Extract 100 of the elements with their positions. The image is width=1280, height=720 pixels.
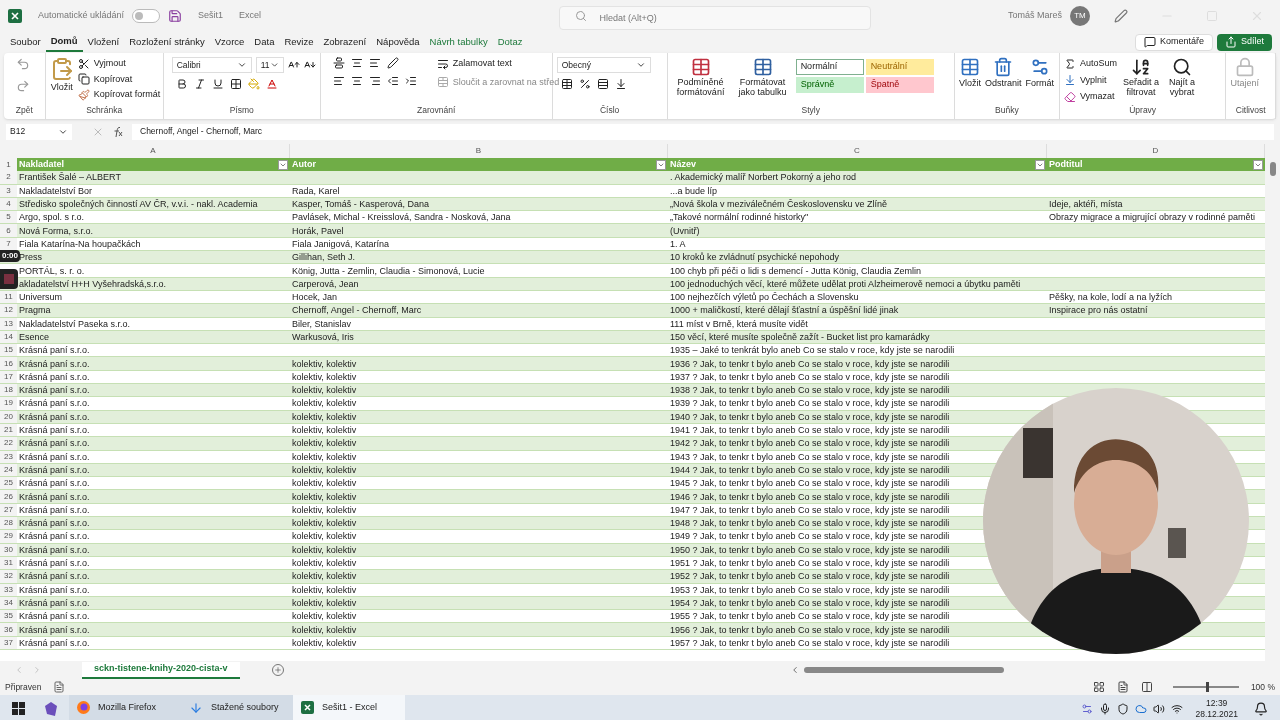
ribbon-tab[interactable]: Vložení (82, 32, 125, 52)
cell-style[interactable]: Neutrální (865, 59, 934, 75)
column-letter[interactable]: D (1152, 145, 1159, 157)
conditional-formatting-button[interactable]: Podmíněné formátování (671, 57, 730, 97)
function-icon[interactable] (112, 125, 124, 138)
excel-icon[interactable] (8, 9, 22, 23)
ribbon-tab[interactable]: Revize (279, 32, 319, 52)
speaker-icon (1153, 702, 1166, 715)
filter-button[interactable] (1253, 159, 1263, 170)
delete-cells-button[interactable]: Odstranit (984, 57, 1022, 91)
user-avatar[interactable]: TM (1070, 6, 1090, 26)
filter-button[interactable] (278, 159, 288, 170)
insert-cells-button[interactable]: Vložit (958, 57, 981, 91)
row-number[interactable]: 25 (0, 477, 17, 490)
row-number[interactable]: 29 (0, 530, 17, 543)
row-number[interactable]: 19 (0, 397, 17, 410)
ribbon-tab[interactable]: Zobrazení (318, 32, 372, 52)
table-cell: 100 nejhezčích výletů po Čechách a Slovensku (670, 291, 859, 304)
scroll-left-icon[interactable] (790, 665, 800, 675)
ribbon-tab[interactable]: Rozložení stránky (124, 32, 210, 52)
comments-button[interactable]: Komentáře (1134, 33, 1213, 51)
row-number[interactable]: 35 (0, 610, 17, 623)
row-number[interactable]: 15 (0, 344, 17, 357)
download-arrow-icon (189, 700, 203, 715)
number-format-field[interactable]: Obecný (556, 57, 651, 73)
cell-style[interactable]: Špatně (865, 77, 934, 93)
font-size-field[interactable]: 11 (255, 57, 284, 73)
scissors-icon (77, 57, 90, 70)
zoom-level[interactable]: 100 % (1250, 680, 1275, 694)
taskbar-button[interactable]: Sešit1 - Excel (293, 695, 405, 720)
row-number[interactable]: 28 (0, 517, 17, 530)
format-cells-button[interactable]: Formát (1025, 57, 1054, 91)
ribbon-tab[interactable]: Data (249, 32, 280, 52)
stop-button[interactable] (0, 269, 18, 289)
table-cell: Krásná paní s.r.o. (19, 636, 90, 649)
row-number[interactable]: 5 (0, 211, 17, 224)
formula-field[interactable]: Chernoff, Angel - Chernoff, Marc (132, 123, 1274, 140)
share-button[interactable]: Sdílet (1217, 33, 1272, 51)
table-cell: Inspirace pro nás ostatní (1049, 304, 1148, 317)
table-cell: 1941 ? Jak, to tenkr t bylo aneb Co se stalo v roce, kdy jste se narodili (670, 424, 950, 437)
undo-button[interactable] (16, 57, 30, 71)
ribbon-tab[interactable]: Návrh tabulky (424, 32, 493, 52)
table-cell: kolektiv, kolektiv (292, 437, 357, 450)
row-number[interactable]: 1 (0, 158, 17, 172)
cell-style[interactable]: Správně (795, 77, 864, 93)
row-number[interactable]: 2 (0, 171, 17, 184)
zoom-slider-thumb[interactable] (1205, 682, 1209, 692)
start-icon[interactable] (12, 702, 25, 715)
row-number[interactable]: 16 (0, 357, 17, 370)
app-icon[interactable] (45, 701, 57, 716)
fill-button[interactable]: Vyplnit (1063, 73, 1117, 87)
row-number[interactable]: 36 (0, 623, 17, 636)
autosave-toggle[interactable] (132, 9, 161, 23)
indent-decrease-icon (386, 75, 399, 87)
name-box[interactable]: B12 (6, 123, 72, 140)
paste-button[interactable]: Vložit (49, 57, 74, 95)
table-icon (690, 57, 711, 77)
ribbon-tab[interactable]: Nápověda (371, 32, 425, 52)
merge-icon (436, 76, 449, 89)
row-number[interactable]: 12 (0, 304, 17, 317)
font-family-field[interactable]: Calibri (171, 57, 252, 73)
cell-style[interactable]: Normální (795, 59, 864, 75)
ribbon-tab[interactable]: Vzorce (209, 32, 250, 52)
sheet-tab[interactable]: sckn-tistene-knihy-2020-cista-v (82, 661, 240, 679)
search-field[interactable]: Hledat (Alt+Q) (558, 6, 871, 30)
group-label: Písmo (229, 104, 254, 117)
filter-button[interactable] (656, 159, 666, 170)
format-as-table-button[interactable]: Formátovat jako tabulku (733, 57, 792, 97)
column-letter[interactable]: C (854, 145, 860, 157)
row-number[interactable]: 6 (0, 224, 17, 237)
clock-date[interactable]: 28.12.2021 (1195, 708, 1238, 720)
row-number[interactable]: 32 (0, 570, 17, 583)
ribbon-tab[interactable]: Soubor (5, 32, 46, 52)
taskbar-button[interactable]: Stažené soubory (181, 695, 293, 720)
find-select-button[interactable]: Najít a vybrat (1164, 57, 1199, 97)
table-cell: 1955 ? Jak, to tenkr t bylo aneb Co se stalo v roce, kdy jste se narodili (670, 610, 950, 623)
grow-font-icon (287, 59, 300, 71)
column-letter[interactable]: B (475, 145, 482, 157)
filter-button[interactable] (1035, 159, 1045, 170)
column-letter[interactable]: A (150, 145, 156, 157)
table-cell: kolektiv, kolektiv (292, 517, 357, 530)
ribbon-tab[interactable]: Dotaz (492, 32, 528, 52)
sort-filter-button[interactable]: Seřadit a filtrovat (1120, 57, 1161, 97)
autosum-button[interactable]: AutoSum (1063, 57, 1117, 71)
row-number[interactable]: 26 (0, 490, 17, 503)
clear-button[interactable]: Vymazat (1063, 90, 1117, 104)
delete-icon (993, 57, 1014, 77)
row-number[interactable]: 22 (0, 437, 17, 450)
table-cell: kolektiv, kolektiv (292, 397, 357, 410)
taskbar-button[interactable]: Mozilla Firefox (69, 695, 181, 720)
row-number[interactable]: 18 (0, 384, 17, 397)
clock-time[interactable]: 12:39 (1206, 697, 1228, 709)
cut-button[interactable]: Vyjmout (77, 57, 161, 71)
table-cell: (Uvnitř) (670, 224, 700, 237)
font-color-icon (265, 78, 278, 90)
search-icon (1171, 57, 1192, 77)
format-painter-button[interactable]: Kopírovat formát (77, 88, 161, 102)
table-cell: „Nová škola v meziválečném Československu ve Zlíně (670, 198, 888, 211)
redo-button[interactable] (16, 79, 30, 93)
copy-button[interactable]: Kopírovat (77, 72, 161, 86)
